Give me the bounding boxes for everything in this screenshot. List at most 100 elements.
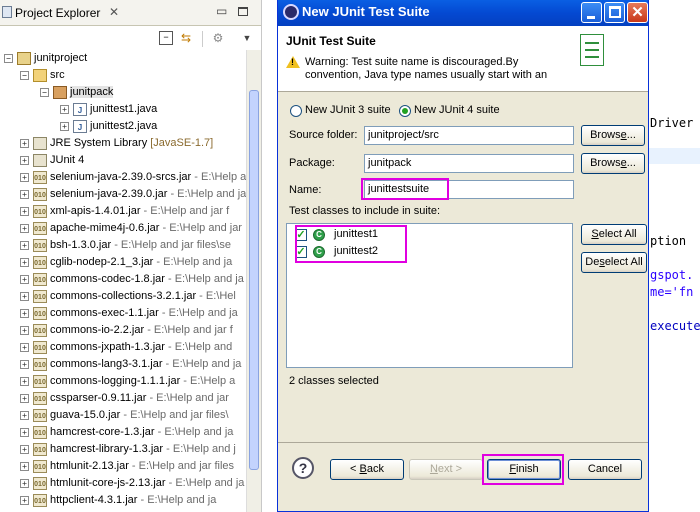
tree-item-path: - E:\Help and ja bbox=[162, 358, 242, 370]
select-all-button[interactable]: Select All bbox=[581, 224, 647, 245]
tree-item[interactable]: +010 commons-io-2.2.jar - E:\Help and jar… bbox=[20, 322, 233, 339]
close-icon[interactable]: ✕ bbox=[109, 5, 119, 19]
filter-icon[interactable]: ⚙ bbox=[211, 31, 225, 45]
collapse-all-icon[interactable]: − bbox=[159, 31, 173, 45]
tree-item[interactable]: +010 cssparser-0.9.11.jar - E:\Help and j… bbox=[20, 390, 229, 407]
expand-icon[interactable]: + bbox=[20, 444, 29, 454]
tree-item-path: - E:\Help and jar bbox=[146, 392, 229, 404]
tree-item[interactable]: +010 hamcrest-library-1.3.jar - E:\Help a… bbox=[20, 441, 236, 458]
expand-icon[interactable]: + bbox=[20, 223, 29, 233]
minimize-view-button[interactable]: ▭ bbox=[216, 4, 228, 18]
source-folder-field[interactable]: junitproject/src bbox=[364, 126, 574, 145]
expand-icon[interactable]: + bbox=[20, 291, 29, 301]
help-icon[interactable]: ? bbox=[292, 457, 314, 479]
tree-item[interactable]: +010 commons-jxpath-1.3.jar - E:\Help and bbox=[20, 339, 232, 356]
expand-icon[interactable]: + bbox=[20, 393, 29, 403]
expand-icon[interactable]: + bbox=[20, 376, 29, 386]
junit3-radio[interactable] bbox=[290, 105, 302, 117]
tree-item-path: - E:\Help and jar f bbox=[144, 324, 233, 336]
eclipse-icon bbox=[283, 4, 299, 20]
tree-item[interactable]: +010 hamcrest-core-1.3.jar - E:\Help and … bbox=[20, 424, 233, 441]
expand-icon[interactable]: + bbox=[20, 427, 29, 437]
scrollbar-thumb[interactable] bbox=[249, 90, 259, 470]
tree-item[interactable]: + JUnit 4 bbox=[20, 152, 84, 169]
expand-icon[interactable]: + bbox=[20, 478, 29, 488]
tree-item[interactable]: +010 commons-lang3-3.1.jar - E:\Help and … bbox=[20, 356, 241, 373]
tree-item[interactable]: +010 commons-logging-1.1.1.jar - E:\Help … bbox=[20, 373, 235, 390]
jar-icon: 010 bbox=[33, 323, 47, 337]
collapse-node-icon[interactable]: − bbox=[20, 70, 29, 80]
expand-icon[interactable]: + bbox=[20, 155, 29, 165]
tree-item[interactable]: +010 xml-apis-1.4.01.jar - E:\Help and ja… bbox=[20, 203, 229, 220]
maximize-button[interactable] bbox=[604, 2, 625, 23]
view-menu-icon[interactable]: ▼ bbox=[240, 31, 254, 45]
tree-item[interactable]: + Jjunittest1.java bbox=[60, 101, 157, 118]
tree-item-label: JRE System Library bbox=[50, 137, 151, 149]
expand-icon[interactable]: + bbox=[60, 104, 69, 114]
expand-icon[interactable]: + bbox=[20, 308, 29, 318]
tree-item[interactable]: +010 selenium-java-2.39.0.jar - E:\Help a… bbox=[20, 186, 246, 203]
cancel-button[interactable]: Cancel bbox=[568, 459, 642, 480]
next-button[interactable]: Next > bbox=[409, 459, 483, 480]
tree-item[interactable]: − junitproject bbox=[4, 50, 87, 67]
tree-item[interactable]: +010 htmlunit-core-js-2.13.jar - E:\Help … bbox=[20, 475, 244, 492]
package-field[interactable]: junitpack bbox=[364, 154, 574, 173]
tree-item[interactable]: + JRE System Library [JavaSE-1.7] bbox=[20, 135, 213, 152]
tree-item[interactable]: +010 apache-mime4j-0.6.jar - E:\Help and … bbox=[20, 220, 242, 237]
library-icon bbox=[33, 153, 47, 167]
tree-item-path: - E:\Help and ja bbox=[137, 494, 217, 506]
jar-icon: 010 bbox=[33, 289, 47, 303]
expand-icon[interactable]: + bbox=[20, 257, 29, 267]
junit4-radio[interactable] bbox=[399, 105, 411, 117]
vertical-scrollbar[interactable] bbox=[246, 50, 261, 512]
tree-item-path: - E:\Help and jar files bbox=[128, 460, 235, 472]
source-folder-icon bbox=[33, 68, 47, 82]
minimize-button[interactable] bbox=[581, 2, 602, 23]
browse-package-button[interactable]: Browse... bbox=[581, 153, 645, 174]
jar-icon: 010 bbox=[33, 459, 47, 473]
expand-icon[interactable]: + bbox=[60, 121, 69, 131]
tree-item[interactable]: +010 commons-codec-1.8.jar - E:\Help and … bbox=[20, 271, 244, 288]
link-with-editor-icon[interactable]: ⇆ bbox=[179, 31, 193, 45]
expand-icon[interactable]: + bbox=[20, 206, 29, 216]
expand-icon[interactable]: + bbox=[20, 461, 29, 471]
tree-item-path: - E:\Help a bbox=[180, 375, 236, 387]
tree-item[interactable]: +010 htmlunit-2.13.jar - E:\Help and jar … bbox=[20, 458, 234, 475]
expand-icon[interactable]: + bbox=[20, 495, 29, 505]
junit4-radio-label[interactable]: New JUnit 4 suite bbox=[414, 104, 500, 116]
tree-item[interactable]: +010 cglib-nodep-2.1_3.jar - E:\Help and … bbox=[20, 254, 232, 271]
expand-icon[interactable]: + bbox=[20, 342, 29, 352]
tree-item[interactable]: +010 commons-exec-1.1.jar - E:\Help and j… bbox=[20, 305, 238, 322]
deselect-all-button[interactable]: Deselect All bbox=[581, 252, 647, 273]
expand-icon[interactable]: + bbox=[20, 138, 29, 148]
tree-item-path: - E:\Help and jar files\ bbox=[120, 409, 229, 421]
tree-item-label: guava-15.0.jar bbox=[50, 409, 121, 421]
expand-icon[interactable]: + bbox=[20, 172, 29, 182]
expand-icon[interactable]: + bbox=[20, 189, 29, 199]
tree-item[interactable]: + Jjunittest2.java bbox=[60, 118, 157, 135]
wizard-header: JUnit Test Suite ! Warning: Test suite n… bbox=[278, 26, 648, 92]
dialog-titlebar[interactable]: New JUnit Test Suite ✕ bbox=[278, 0, 648, 26]
collapse-node-icon[interactable]: − bbox=[40, 87, 49, 97]
jar-icon: 010 bbox=[33, 255, 47, 269]
expand-icon[interactable]: + bbox=[20, 325, 29, 335]
tree-item[interactable]: +010 bsh-1.3.0.jar - E:\Help and jar file… bbox=[20, 237, 231, 254]
tree-item[interactable]: − src bbox=[20, 67, 65, 84]
tree-item[interactable]: +010 commons-collections-3.2.1.jar - E:\H… bbox=[20, 288, 236, 305]
close-button[interactable]: ✕ bbox=[627, 2, 648, 23]
collapse-node-icon[interactable]: − bbox=[4, 53, 13, 63]
browse-source-folder-button[interactable]: Browse... bbox=[581, 125, 645, 146]
maximize-view-button[interactable] bbox=[238, 7, 248, 16]
expand-icon[interactable]: + bbox=[20, 274, 29, 284]
tree-item[interactable]: +010 guava-15.0.jar - E:\Help and jar fil… bbox=[20, 407, 229, 424]
expand-icon[interactable]: + bbox=[20, 359, 29, 369]
view-tab[interactable]: Project Explorer ✕ ▭ bbox=[0, 0, 261, 26]
expand-icon[interactable]: + bbox=[20, 240, 29, 250]
tree-item[interactable]: − junitpack bbox=[40, 84, 114, 101]
tree-item-label: commons-exec-1.1.jar bbox=[50, 307, 159, 319]
tree-item[interactable]: +010 httpclient-4.3.1.jar - E:\Help and j… bbox=[20, 492, 216, 509]
tree-item[interactable]: +010 selenium-java-2.39.0-srcs.jar - E:\H… bbox=[20, 169, 246, 186]
junit3-radio-label[interactable]: New JUnit 3 suite bbox=[305, 104, 391, 116]
back-button[interactable]: < Back bbox=[330, 459, 404, 480]
expand-icon[interactable]: + bbox=[20, 410, 29, 420]
